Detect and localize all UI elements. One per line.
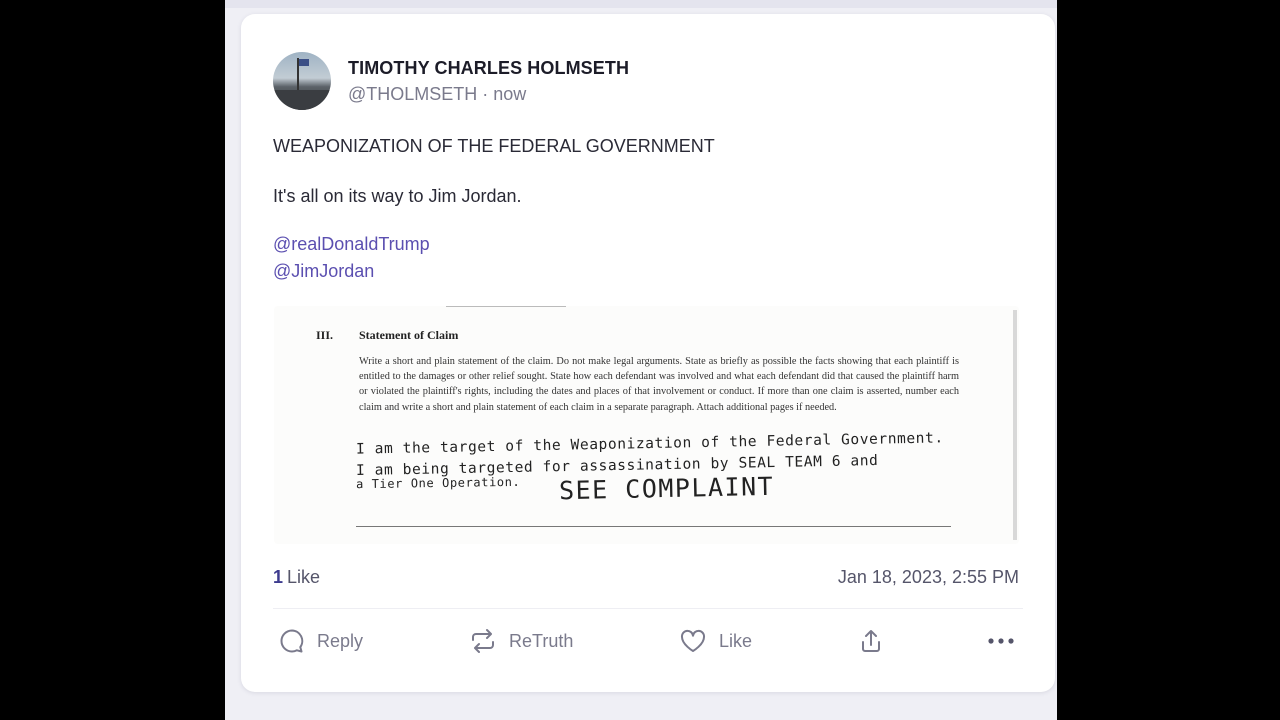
like-button[interactable]: Like — [679, 626, 752, 656]
handle-line: @THOLMSETH · now — [348, 84, 526, 105]
doc-bottom-rule — [356, 526, 951, 527]
avatar-ground — [273, 90, 331, 110]
handwritten-see-complaint: SEE COMPLAINT — [558, 471, 775, 506]
divider — [273, 608, 1023, 609]
repost-icon — [469, 628, 497, 654]
post-timestamp: Jan 18, 2023, 2:55 PM — [837, 567, 1019, 587]
post-title: WEAPONIZATION OF THE FEDERAL GOVERNMENT — [273, 136, 715, 156]
handle[interactable]: @THOLMSETH — [348, 84, 477, 104]
like-summary[interactable]: 1 Like — [273, 567, 320, 588]
handwritten-line: a Tier One Operation. — [355, 474, 521, 492]
doc-page-edge — [1013, 310, 1017, 540]
time-separator: · — [477, 84, 494, 104]
retruth-button[interactable]: ReTruth — [469, 626, 573, 656]
more-options-button[interactable] — [986, 626, 1016, 656]
post-viewport: TIMOTHY CHARLES HOLMSETH @THOLMSETH · no… — [225, 0, 1057, 720]
doc-instructions: Write a short and plain statement of the… — [359, 356, 959, 413]
doc-heading: Statement of Claim — [359, 328, 459, 342]
more-dots-icon — [986, 628, 1016, 654]
reply-button[interactable]: Reply — [279, 626, 363, 656]
heart-icon — [679, 628, 707, 654]
top-edge — [225, 0, 1057, 8]
post-body: It's all on its way to Jim Jordan. — [273, 186, 522, 206]
avatar[interactable] — [273, 52, 331, 110]
display-name[interactable]: TIMOTHY CHARLES HOLMSETH — [348, 58, 629, 79]
like-label: Like — [719, 630, 753, 651]
share-button[interactable] — [858, 626, 884, 656]
chat-bubble-icon — [279, 628, 305, 654]
like-count: 1 — [273, 567, 284, 587]
reply-label: Reply — [317, 630, 364, 651]
flag — [299, 59, 309, 66]
share-icon — [858, 628, 884, 654]
post-card: TIMOTHY CHARLES HOLMSETH @THOLMSETH · no… — [241, 14, 1055, 692]
retruth-label: ReTruth — [509, 630, 574, 651]
doc-top-rule — [446, 306, 566, 307]
mention-link[interactable]: @JimJordan — [273, 261, 374, 282]
doc-section-number: III. — [316, 328, 334, 342]
attached-image[interactable]: III. Statement of Claim Write a short an… — [274, 306, 1019, 544]
like-summary-label: Like — [287, 567, 321, 587]
mention-link[interactable]: @realDonaldTrump — [273, 234, 430, 255]
posted-time: now — [493, 84, 527, 104]
